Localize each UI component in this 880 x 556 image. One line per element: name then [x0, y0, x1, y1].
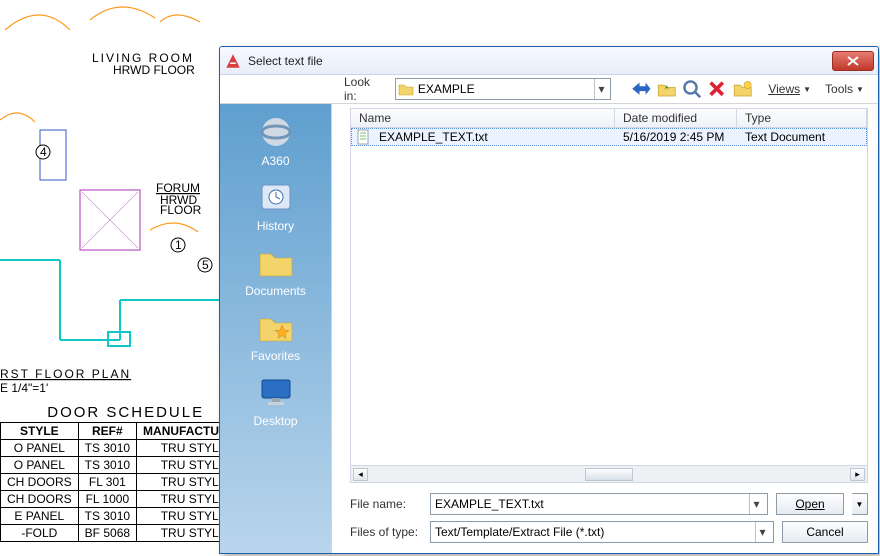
file-list[interactable]: EXAMPLE_TEXT.txt 5/16/2019 2:45 PM Text …	[350, 128, 868, 466]
place-label: A360	[261, 154, 289, 168]
scroll-track[interactable]	[370, 468, 848, 481]
delete-icon[interactable]	[707, 79, 726, 99]
dialog-toolbar: Look in: EXAMPLE ▾ Views▼ Tools▼	[220, 75, 878, 103]
places-bar: A360 History Documents Favorites Desktop	[220, 104, 332, 553]
place-label: History	[257, 219, 294, 233]
horizontal-scrollbar[interactable]: ◂ ▸	[350, 466, 868, 483]
dialog-title: Select text file	[248, 54, 832, 68]
filename-value: EXAMPLE_TEXT.txt	[435, 497, 749, 511]
autocad-app-icon	[224, 52, 242, 70]
place-desktop[interactable]: Desktop	[220, 374, 331, 428]
new-folder-icon[interactable]	[733, 79, 752, 99]
lookin-dropdown[interactable]: EXAMPLE ▾	[395, 78, 611, 100]
svg-text:FLOOR: FLOOR	[160, 203, 202, 217]
file-list-header[interactable]: Name Date modified Type	[350, 108, 868, 128]
door-schedule-table: DOOR SCHEDULE STYLE REF# MANUFACTURER O …	[0, 404, 251, 542]
scroll-thumb[interactable]	[585, 468, 633, 481]
door-schedule-title: DOOR SCHEDULE	[0, 404, 251, 422]
schedule-row: O PANELTS 3010TRU STYLE	[1, 457, 251, 474]
back-arrow-icon[interactable]	[631, 79, 650, 99]
documents-folder-icon	[256, 244, 296, 280]
favorites-folder-icon	[256, 309, 296, 345]
folder-icon	[398, 81, 414, 97]
place-label: Desktop	[253, 414, 297, 428]
place-history[interactable]: History	[220, 179, 331, 233]
open-split-dropdown[interactable]: ▼	[852, 493, 868, 515]
filetype-combo[interactable]: Text/Template/Extract File (*.txt) ▾	[430, 521, 774, 543]
dialog-titlebar[interactable]: Select text file	[220, 47, 878, 75]
filename-combo[interactable]: EXAMPLE_TEXT.txt ▾	[430, 493, 768, 515]
tools-menu[interactable]: Tools▼	[821, 80, 868, 98]
chevron-down-icon: ▾	[755, 522, 769, 542]
col-style: STYLE	[1, 423, 79, 440]
views-menu[interactable]: Views▼	[764, 80, 815, 98]
svg-text:1: 1	[175, 238, 182, 252]
col-ref: REF#	[78, 423, 136, 440]
filetype-label: Files of type:	[350, 525, 422, 539]
col-header-type[interactable]: Type	[737, 109, 867, 127]
plan-scale: E 1/4"=1'	[0, 381, 48, 395]
place-label: Documents	[245, 284, 306, 298]
close-button[interactable]	[832, 51, 874, 71]
file-row[interactable]: EXAMPLE_TEXT.txt 5/16/2019 2:45 PM Text …	[351, 128, 867, 146]
filename-label: File name:	[350, 497, 422, 511]
schedule-row: -FOLDBF 5068TRU STYLE	[1, 525, 251, 542]
cancel-button[interactable]: Cancel	[782, 521, 868, 543]
a360-icon	[256, 114, 296, 150]
chevron-down-icon: ▾	[749, 494, 763, 514]
schedule-row: CH DOORSFL 301TRU STYLE	[1, 474, 251, 491]
place-label: Favorites	[251, 349, 300, 363]
lookin-label: Look in:	[344, 75, 385, 103]
select-text-file-dialog: Select text file Look in: EXAMPLE ▾ View…	[219, 46, 879, 554]
desktop-icon	[256, 374, 296, 410]
col-header-date[interactable]: Date modified	[615, 109, 737, 127]
schedule-row: O PANELTS 3010TRU STYLE	[1, 440, 251, 457]
place-documents[interactable]: Documents	[220, 244, 331, 298]
schedule-row: CH DOORSFL 1000TRU STYLE	[1, 491, 251, 508]
search-web-icon[interactable]	[682, 79, 701, 99]
text-file-icon	[355, 129, 371, 145]
scroll-left-arrow-icon[interactable]: ◂	[353, 468, 368, 481]
plan-title: RST FLOOR PLAN	[0, 367, 131, 381]
lookin-value: EXAMPLE	[418, 82, 594, 96]
history-icon	[256, 179, 296, 215]
file-type: Text Document	[737, 130, 867, 144]
col-header-name[interactable]: Name	[351, 109, 615, 127]
chevron-down-icon: ▾	[594, 79, 608, 99]
place-favorites[interactable]: Favorites	[220, 309, 331, 363]
room-sublabel-living: HRWD FLOOR	[113, 63, 195, 77]
up-one-level-icon[interactable]	[657, 79, 676, 99]
schedule-row: E PANELTS 3010TRU STYLE	[1, 508, 251, 525]
filetype-value: Text/Template/Extract File (*.txt)	[435, 525, 755, 539]
place-a360[interactable]: A360	[220, 114, 331, 168]
svg-text:5: 5	[202, 258, 209, 272]
file-name: EXAMPLE_TEXT.txt	[371, 130, 615, 144]
scroll-right-arrow-icon[interactable]: ▸	[850, 468, 865, 481]
svg-text:4: 4	[40, 145, 47, 159]
file-date: 5/16/2019 2:45 PM	[615, 130, 737, 144]
open-button[interactable]: Open	[776, 493, 844, 515]
